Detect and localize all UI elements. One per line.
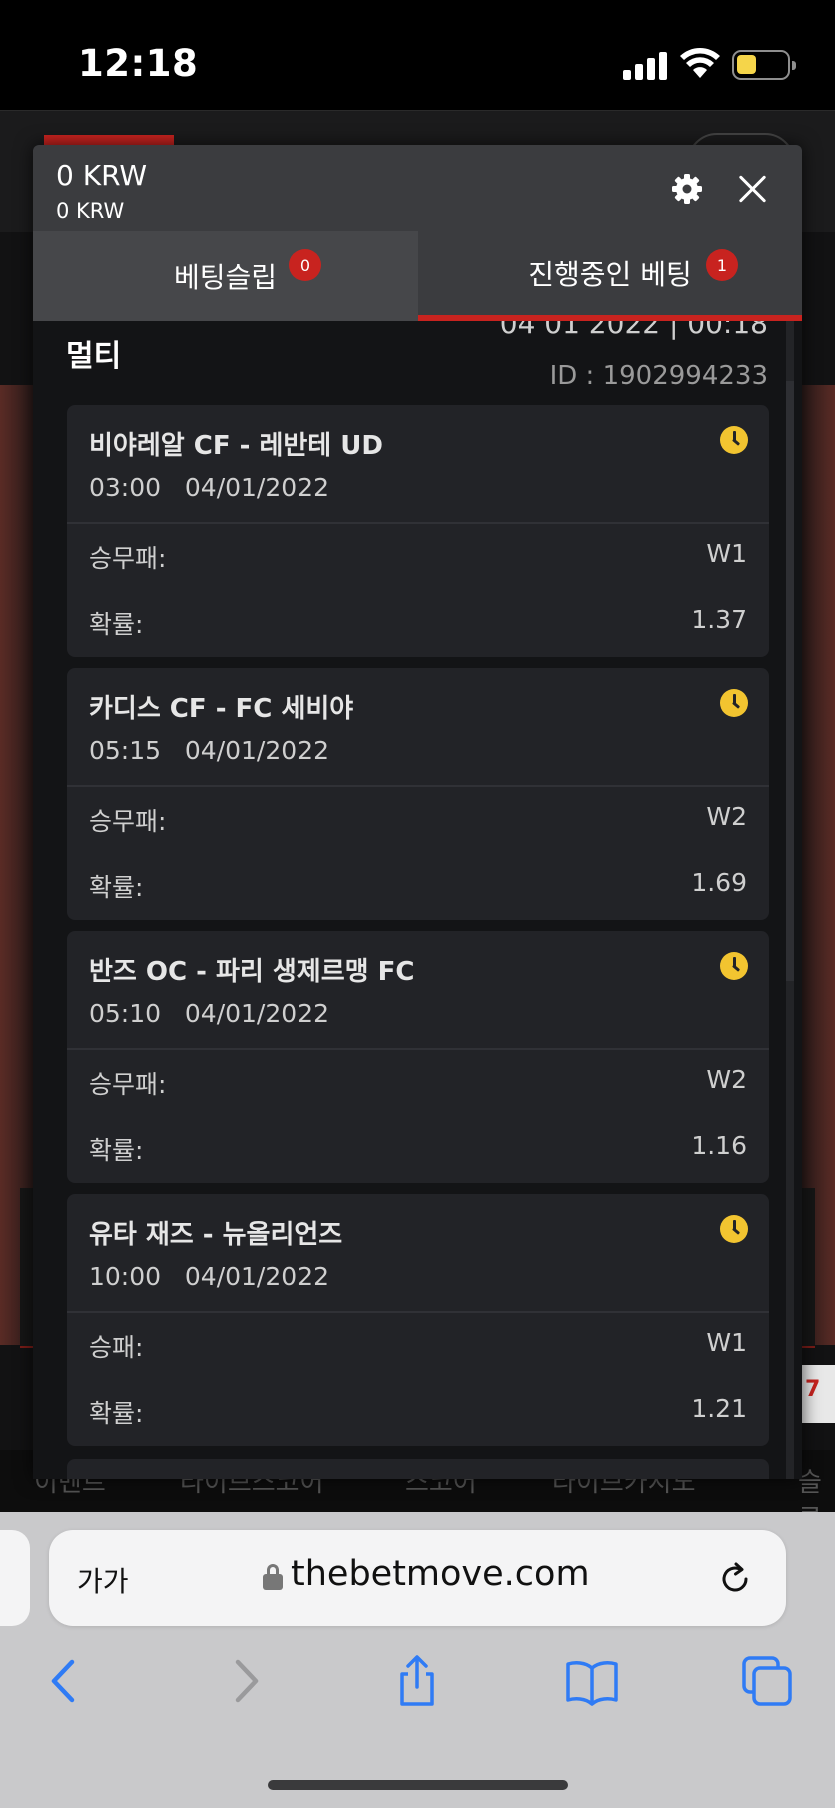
bet-selection-card: 비야레알 CF - 레반테 UD 03:00 04/01/2022 승무패: W…	[67, 405, 769, 657]
browser-toolbar: 가가 thebetmove.com	[0, 1512, 835, 1808]
address-bar[interactable]: 가가 thebetmove.com	[49, 1530, 786, 1626]
bookmarks-icon[interactable]	[565, 1654, 619, 1708]
betslip-tabs: 베팅슬립 0 진행중인 베팅 1	[33, 231, 802, 321]
odds-value: 1.37	[691, 605, 747, 634]
betslip-modal: 0 KRW 0 KRW 베팅슬립 0 진행중인 베팅 1 04 01 2022 …	[33, 145, 802, 1479]
market-value: W2	[706, 1065, 747, 1094]
share-icon[interactable]	[390, 1654, 444, 1708]
status-time: 12:18	[78, 42, 199, 85]
previous-tab-pill[interactable]	[0, 1530, 30, 1626]
ticket-icon: 7	[801, 1365, 835, 1423]
odds-label: 확률:	[89, 873, 144, 902]
clock-icon	[720, 952, 748, 980]
bet-selection-card: 반즈 OC - 파리 생제르맹 FC 05:10 04/01/2022 승무패:…	[67, 931, 769, 1183]
match-time: 05:10 04/01/2022	[89, 999, 329, 1028]
clock-icon	[720, 689, 748, 717]
match-time: 10:00 04/01/2022	[89, 1262, 329, 1291]
wifi-icon	[680, 48, 720, 78]
lock-icon	[263, 1564, 283, 1590]
text-size-button[interactable]: 가가	[77, 1560, 129, 1600]
tab-open-bets[interactable]: 진행중인 베팅 1	[418, 231, 802, 321]
tab-betslip[interactable]: 베팅슬립 0	[33, 231, 418, 321]
open-bets-list[interactable]: 04 01 2022 | 00:18 멀티 ID : 1902994233 비야…	[33, 321, 802, 1479]
match-title: 비야레알 CF - 레반테 UD	[89, 431, 383, 461]
match-title: 유타 재즈 - 뉴올리언즈	[89, 1220, 343, 1250]
match-time: 05:15 04/01/2022	[89, 736, 329, 765]
back-icon[interactable]	[38, 1654, 92, 1708]
bet-date: 04 01 2022 | 00:18	[499, 321, 768, 340]
odds-label: 확률:	[89, 1399, 144, 1428]
bet-selection-card: 유타 재즈 - 뉴올리언즈 10:00 04/01/2022 승패: W1 확률…	[67, 1194, 769, 1446]
modal-header: 0 KRW 0 KRW	[33, 145, 802, 231]
market-label: 승무패:	[89, 807, 167, 836]
divider	[67, 785, 769, 787]
gear-icon[interactable]	[669, 171, 705, 207]
close-icon[interactable]	[733, 169, 773, 209]
market-label: 승무패:	[89, 1070, 167, 1099]
scrollbar-thumb[interactable]	[786, 381, 794, 981]
bet-type-title: 멀티	[66, 339, 122, 374]
balance-main: 0 KRW	[56, 159, 148, 192]
match-time: 03:00 04/01/2022	[89, 473, 329, 502]
odds-label: 확률:	[89, 610, 144, 639]
tab-open-bets-label: 진행중인 베팅	[528, 258, 692, 291]
clock-icon	[720, 1215, 748, 1243]
cellular-signal-icon	[623, 50, 669, 80]
tab-open-bets-count-badge: 1	[706, 249, 738, 281]
status-bar: 12:18	[0, 0, 835, 110]
market-label: 승무패:	[89, 544, 167, 573]
nav-item-slots[interactable]: 슬롯	[798, 1462, 835, 1512]
odds-value: 1.69	[691, 868, 747, 897]
odds-value: 1.16	[691, 1131, 747, 1160]
bet-id: ID : 1902994233	[549, 361, 768, 391]
forward-icon[interactable]	[218, 1654, 272, 1708]
odds-value: 1.21	[691, 1394, 747, 1423]
bet-selection-card-partial	[67, 1459, 769, 1479]
reload-icon[interactable]	[716, 1560, 754, 1598]
match-title: 카디스 CF - FC 세비야	[89, 694, 354, 724]
battery-icon	[732, 50, 796, 80]
tab-betslip-label: 베팅슬립	[173, 261, 278, 294]
odds-label: 확률:	[89, 1136, 144, 1165]
clock-icon	[720, 426, 748, 454]
market-value: W1	[706, 539, 747, 568]
divider	[67, 1311, 769, 1313]
market-label: 승패:	[89, 1333, 144, 1362]
divider	[67, 1048, 769, 1050]
balance-sub: 0 KRW	[56, 199, 125, 223]
divider	[67, 522, 769, 524]
match-title: 반즈 OC - 파리 생제르맹 FC	[89, 957, 415, 987]
tabs-icon[interactable]	[740, 1654, 794, 1708]
url-text[interactable]: thebetmove.com	[291, 1554, 590, 1594]
market-value: W2	[706, 802, 747, 831]
tab-betslip-count-badge: 0	[289, 249, 321, 281]
market-value: W1	[706, 1328, 747, 1357]
home-indicator	[268, 1780, 568, 1790]
bet-selection-card: 카디스 CF - FC 세비야 05:15 04/01/2022 승무패: W2…	[67, 668, 769, 920]
